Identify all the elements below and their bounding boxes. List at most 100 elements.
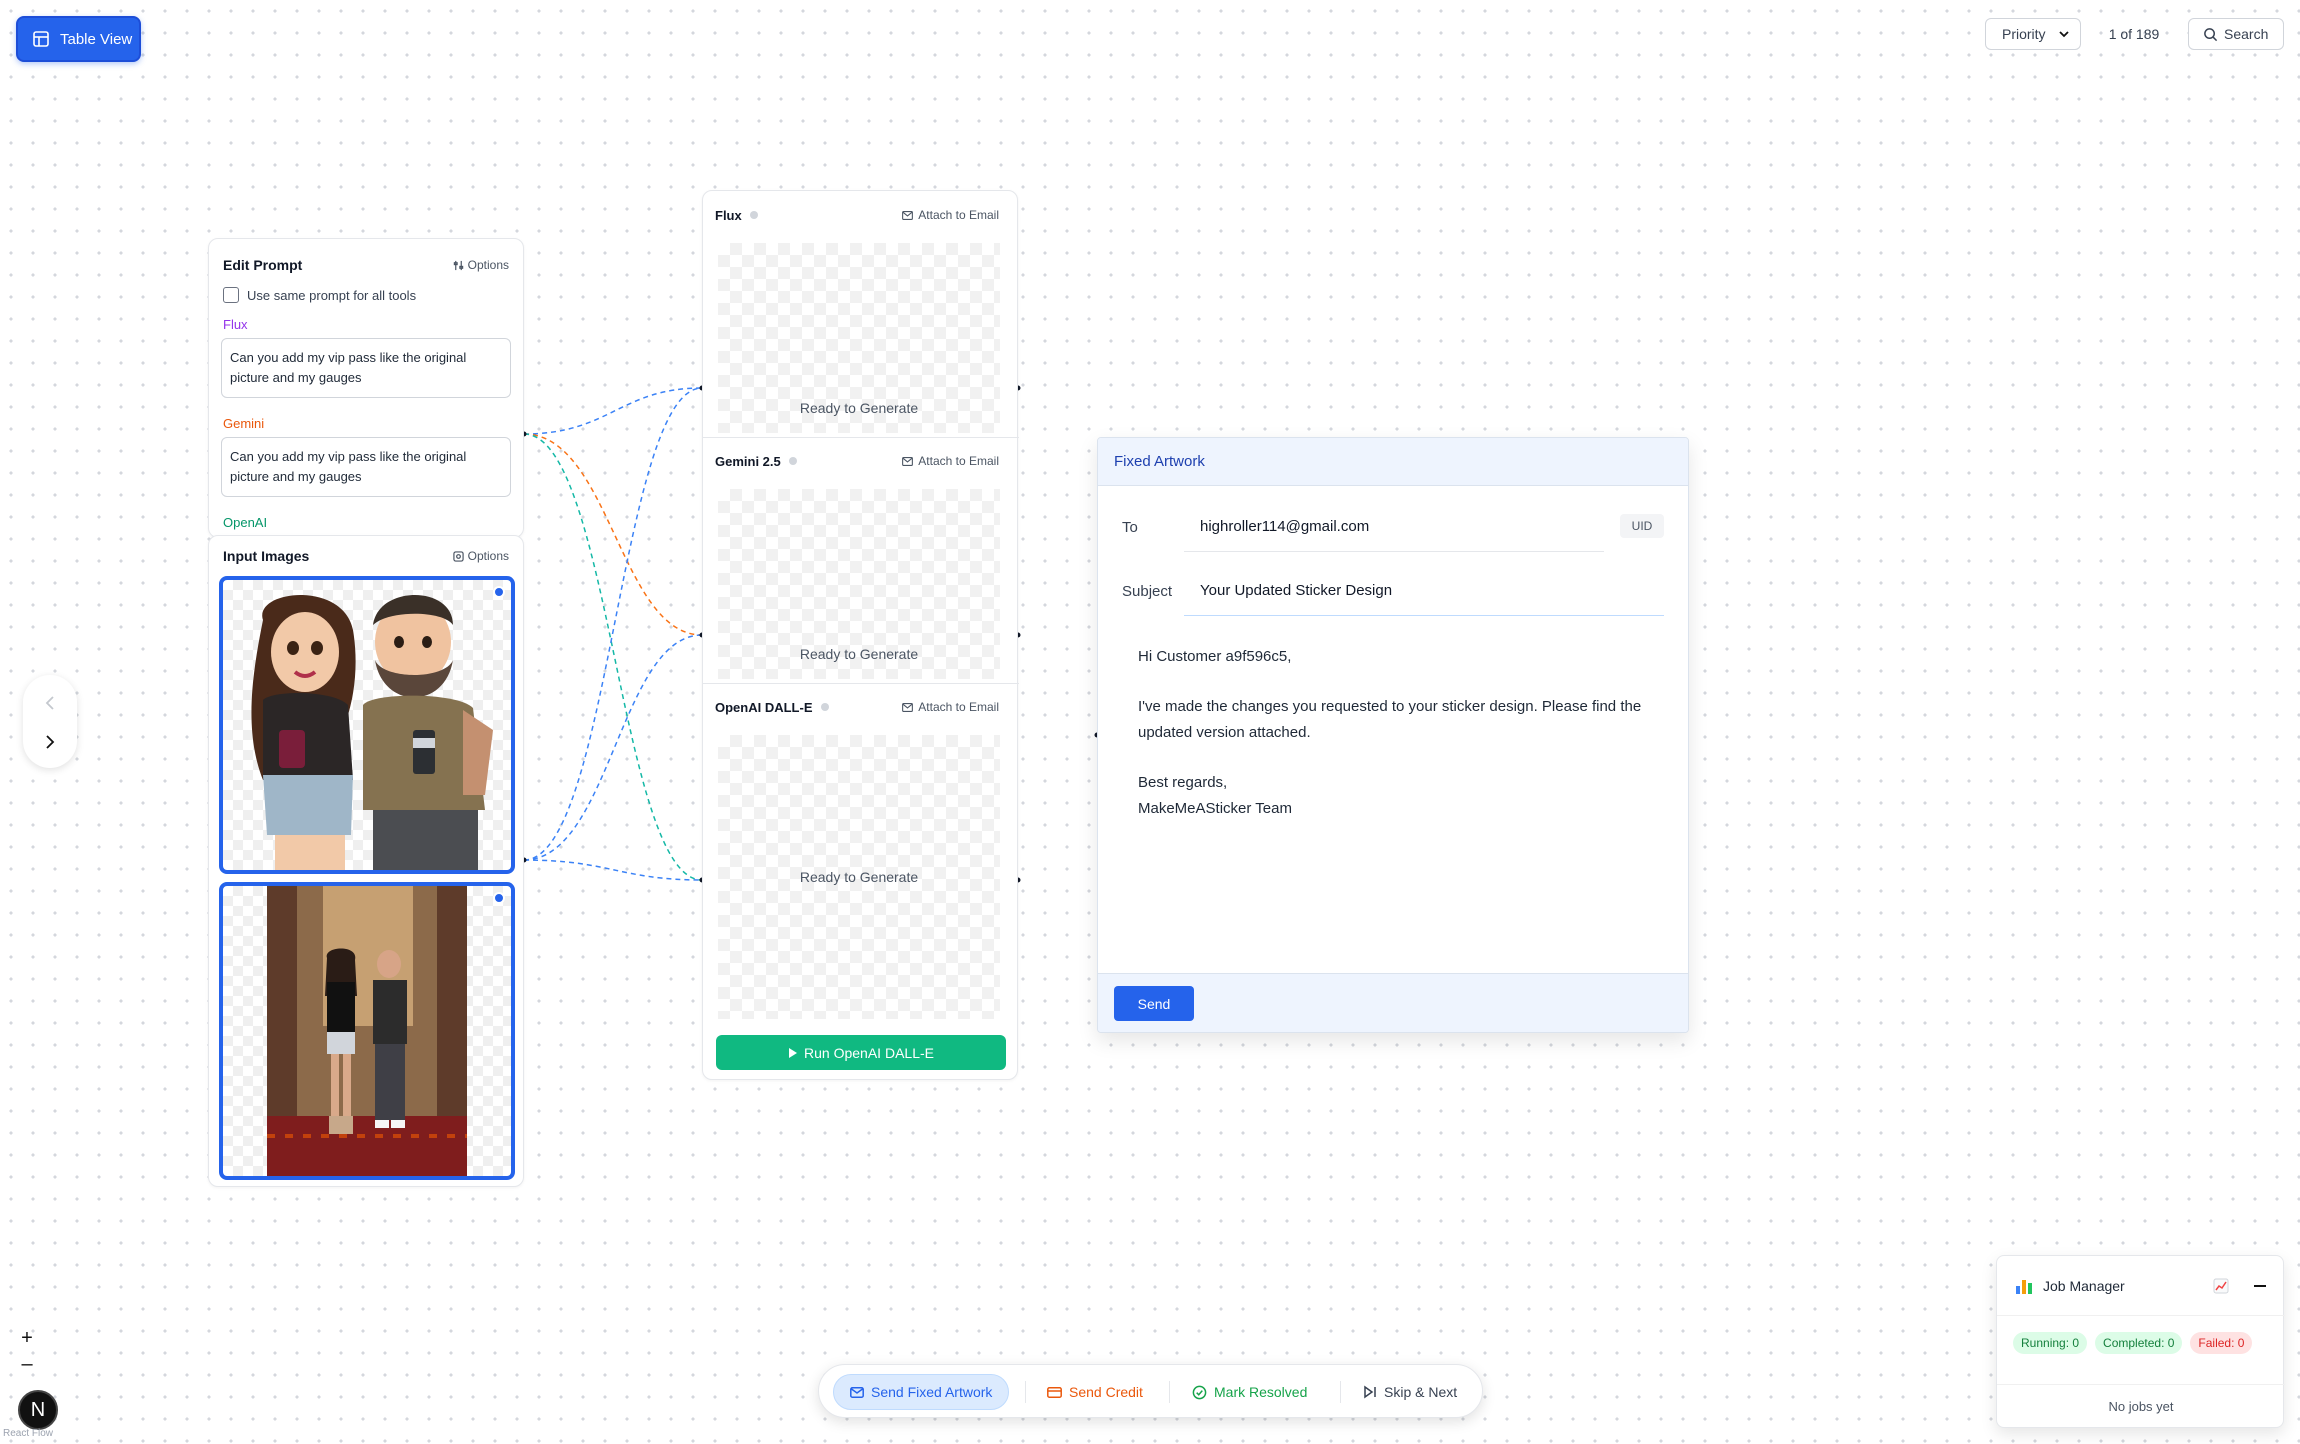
tool-label-flux: Flux — [223, 317, 248, 332]
minimize-icon[interactable] — [2253, 1279, 2267, 1293]
input-image-photo[interactable] — [219, 882, 515, 1180]
separator — [1025, 1381, 1026, 1403]
generators-node[interactable]: Flux Attach to Email Ready to Generate G… — [702, 190, 1019, 1080]
attach-to-email-button[interactable]: Attach to Email — [902, 208, 999, 222]
gemini-prompt-input[interactable]: Can you add my vip pass like the origina… — [221, 437, 511, 497]
same-prompt-checkbox[interactable] — [223, 287, 239, 303]
skip-next-button[interactable]: Skip & Next — [1347, 1374, 1473, 1410]
mark-resolved-button[interactable]: Mark Resolved — [1176, 1374, 1323, 1410]
attach-to-email-button[interactable]: Attach to Email — [902, 700, 999, 714]
edge-prompt-openai — [523, 433, 703, 881]
edge-prompt-gemini — [523, 433, 703, 636]
app-logo-button[interactable]: N — [18, 1390, 58, 1430]
attach-label: Attach to Email — [918, 700, 999, 714]
edge-images-flux — [523, 387, 703, 861]
generator-openai: OpenAI DALL-E Attach to Email — [703, 687, 1019, 727]
run-label: Run OpenAI DALL-E — [804, 1044, 934, 1061]
priority-select[interactable]: Priority — [1985, 18, 2081, 50]
edge-images-gemini — [523, 634, 703, 861]
send-fixed-artwork-button[interactable]: Send Fixed Artwork — [833, 1374, 1010, 1410]
mail-icon — [902, 456, 914, 466]
generator-name: Gemini 2.5 — [715, 453, 781, 469]
selected-indicator — [493, 586, 505, 598]
zoom-out-button[interactable]: – — [14, 1351, 40, 1377]
sliders-icon — [453, 260, 463, 270]
send-credit-label: Send Credit — [1069, 1384, 1143, 1400]
previous-item-button[interactable] — [40, 693, 60, 713]
item-navigation — [23, 675, 77, 768]
search-icon — [2204, 27, 2218, 41]
separator — [1169, 1381, 1170, 1403]
input-image-sticker[interactable] — [219, 576, 515, 874]
fixed-artwork-email-node[interactable]: Fixed Artwork To highroller114@gmail.com… — [1097, 437, 1689, 1033]
chevron-left-icon — [45, 696, 54, 710]
edge-prompt-flux — [523, 387, 703, 435]
job-manager-panel: Job Manager Running: 0 Completed: 0 Fail… — [1996, 1255, 2285, 1428]
skip-forward-icon — [1364, 1385, 1376, 1399]
edit-prompt-options-label: Options — [467, 258, 509, 272]
subject-label: Subject — [1122, 582, 1173, 600]
action-bar: Send Fixed Artwork Send Credit Mark Reso… — [818, 1364, 1483, 1418]
edit-prompt-node[interactable]: Edit Prompt Options Use same prompt for … — [208, 238, 524, 538]
edge-images-openai — [523, 859, 703, 881]
attach-label: Attach to Email — [918, 208, 999, 222]
generator-gemini: Gemini 2.5 Attach to Email — [703, 441, 1019, 481]
to-label: To — [1122, 518, 1138, 536]
attach-to-email-button[interactable]: Attach to Email — [902, 454, 999, 468]
to-input[interactable]: highroller114@gmail.com — [1184, 502, 1604, 552]
attach-label: Attach to Email — [918, 454, 999, 468]
to-row: To highroller114@gmail.com — [1122, 502, 1604, 552]
zoom-in-button[interactable]: + — [14, 1325, 40, 1351]
email-greeting: Hi Customer a9f596c5, — [1138, 648, 1292, 665]
edit-prompt-options[interactable]: Options — [453, 258, 509, 272]
status-dot — [788, 457, 797, 465]
email-title: Fixed Artwork — [1098, 438, 1688, 486]
skip-next-label: Skip & Next — [1384, 1384, 1458, 1400]
mail-icon — [850, 1386, 864, 1398]
running-count-badge: Running: 0 — [2013, 1332, 2088, 1354]
cartoon-couple-image — [251, 595, 493, 870]
failed-count-badge: Failed: 0 — [2190, 1332, 2253, 1354]
table-view-button[interactable]: Table View — [16, 16, 141, 62]
search-button[interactable]: Search — [2188, 18, 2284, 50]
input-images-node[interactable]: Input Images Options — [208, 535, 524, 1187]
image-settings-icon — [452, 550, 464, 562]
bar-chart-icon — [2016, 1279, 2032, 1294]
email-footer: Send — [1098, 973, 1688, 1032]
send-email-button[interactable]: Send — [1114, 986, 1194, 1021]
generator-flux: Flux Attach to Email — [703, 195, 1019, 235]
divider — [703, 683, 1019, 684]
flux-prompt-input[interactable]: Can you add my vip pass like the origina… — [221, 338, 511, 398]
mail-icon — [902, 210, 914, 220]
status-dot — [820, 703, 829, 711]
subject-input[interactable]: Your Updated Sticker Design — [1184, 566, 1664, 616]
credit-card-icon — [1047, 1386, 1062, 1398]
separator — [1340, 1381, 1341, 1403]
uid-button[interactable]: UID — [1620, 514, 1664, 538]
job-list-empty-state: No jobs yet — [1997, 1384, 2285, 1428]
selected-indicator — [493, 892, 505, 904]
trend-chart-icon[interactable] — [2213, 1278, 2229, 1294]
chevron-down-icon — [2059, 31, 2069, 38]
email-signoff-line2: MakeMeASticker Team — [1138, 800, 1292, 817]
gemini-output-preview: Ready to Generate — [718, 489, 1000, 679]
priority-label: Priority — [2002, 26, 2046, 42]
openai-output-preview: Ready to Generate — [718, 735, 1000, 1019]
email-message: I've made the changes you requested to y… — [1138, 698, 1642, 741]
generator-name: Flux — [715, 207, 742, 223]
input-images-options[interactable]: Options — [452, 549, 509, 563]
input-images-title: Input Images — [223, 548, 310, 564]
page-count: 1 of 189 — [2108, 26, 2160, 42]
mark-resolved-label: Mark Resolved — [1214, 1384, 1308, 1400]
next-item-button[interactable] — [40, 732, 60, 752]
react-flow-attribution[interactable]: React Flow — [3, 1428, 53, 1439]
generator-name: OpenAI DALL-E — [715, 699, 813, 715]
gemini-status: Ready to Generate — [799, 646, 919, 662]
search-label: Search — [2224, 26, 2269, 42]
run-openai-button[interactable]: Run OpenAI DALL-E — [716, 1035, 1006, 1070]
send-credit-button[interactable]: Send Credit — [1031, 1374, 1159, 1410]
mail-icon — [902, 702, 914, 712]
job-manager-title: Job Manager — [2043, 1277, 2125, 1294]
status-dot — [749, 211, 758, 219]
email-body-textarea[interactable]: Hi Customer a9f596c5, I've made the chan… — [1138, 644, 1658, 822]
